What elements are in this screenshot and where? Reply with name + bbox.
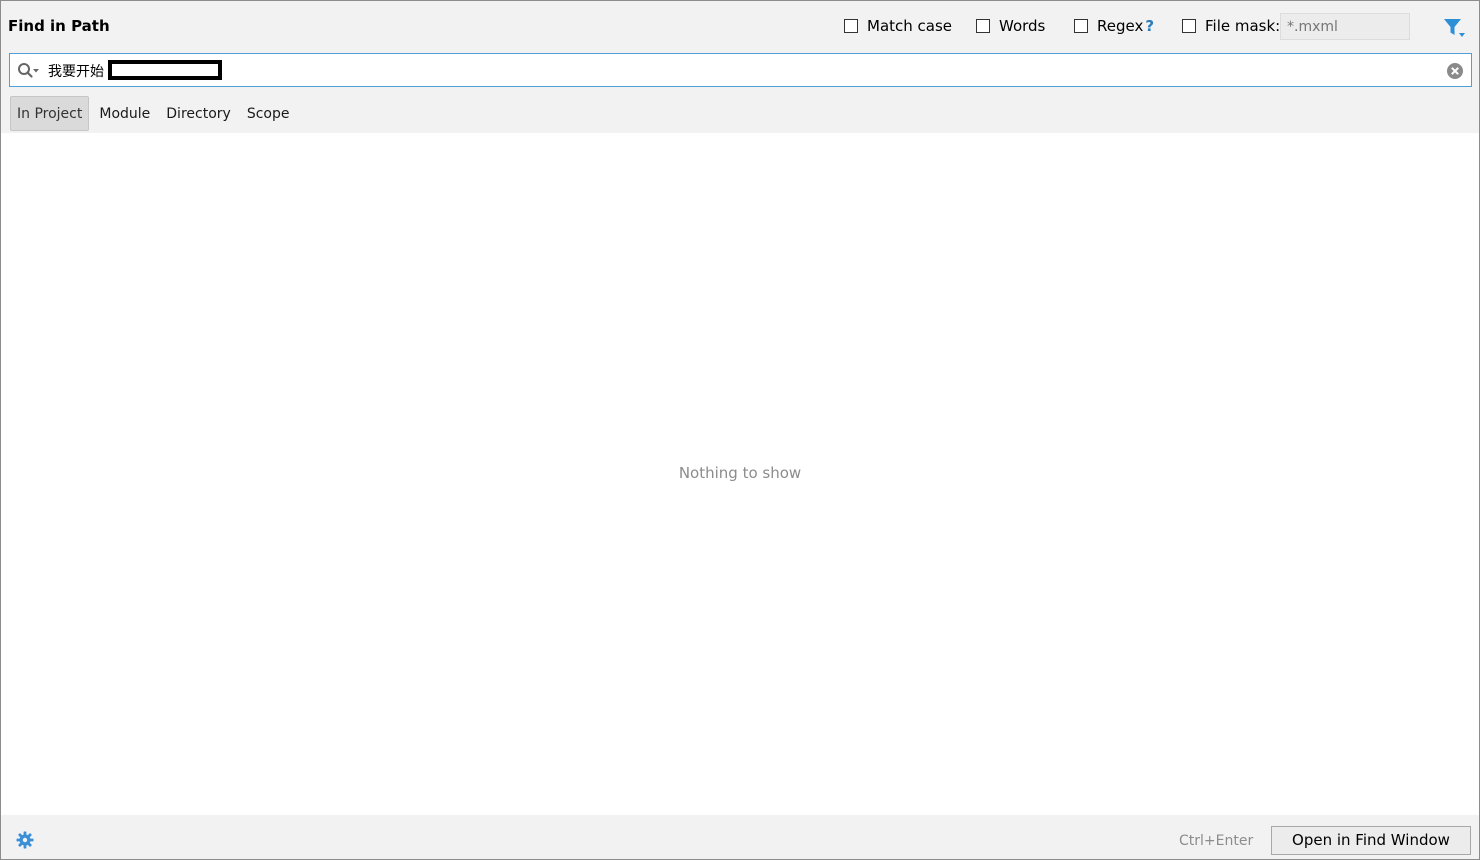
tab-in-project-label: In Project	[17, 105, 83, 122]
clear-icon[interactable]	[1446, 62, 1464, 80]
words-checkbox[interactable]	[976, 19, 990, 33]
match-case-label: Match case	[867, 17, 953, 35]
tab-module-label: Module	[99, 105, 151, 122]
match-case-checkbox[interactable]	[844, 19, 858, 33]
words-option[interactable]: Words	[976, 16, 1045, 36]
dialog-footer: Ctrl+Enter Open in Find Window	[1, 815, 1479, 859]
regex-help-icon[interactable]: ?	[1145, 17, 1154, 35]
words-label: Words	[999, 17, 1046, 35]
search-icon[interactable]	[17, 62, 41, 80]
tab-in-project[interactable]: In Project	[10, 96, 90, 131]
regex-label: Regex	[1097, 17, 1144, 35]
regex-option[interactable]: Regex ?	[1074, 16, 1154, 36]
results-panel[interactable]: Nothing to show	[1, 133, 1479, 815]
search-input[interactable]: 我要开始	[48, 61, 104, 81]
redaction-box	[108, 60, 222, 80]
search-field[interactable]: 我要开始	[9, 53, 1472, 87]
empty-results-text: Nothing to show	[678, 464, 802, 482]
dialog-header: Find in Path Match case Words Regex ? Fi…	[1, 1, 1479, 51]
file-mask-checkbox[interactable]	[1182, 19, 1196, 33]
file-mask-label: File mask:	[1205, 17, 1281, 35]
tab-scope[interactable]: Scope	[241, 96, 296, 131]
find-in-path-dialog: Find in Path Match case Words Regex ? Fi…	[0, 0, 1480, 860]
regex-checkbox[interactable]	[1074, 19, 1088, 33]
tab-directory-label: Directory	[166, 105, 231, 122]
tab-module[interactable]: Module	[93, 96, 156, 131]
tab-directory[interactable]: Directory	[160, 96, 237, 131]
scope-tabs: In Project Module Directory Scope	[10, 96, 299, 131]
tab-scope-label: Scope	[246, 105, 290, 122]
open-in-find-window-button[interactable]: Open in Find Window	[1271, 826, 1471, 855]
open-shortcut-hint: Ctrl+Enter	[1179, 833, 1254, 849]
filter-icon[interactable]	[1442, 17, 1466, 39]
file-mask-option[interactable]: File mask:	[1182, 16, 1280, 36]
match-case-option[interactable]: Match case	[844, 16, 952, 36]
dialog-title: Find in Path	[8, 17, 110, 35]
gear-icon[interactable]	[16, 831, 34, 849]
file-mask-input[interactable]	[1280, 13, 1410, 40]
